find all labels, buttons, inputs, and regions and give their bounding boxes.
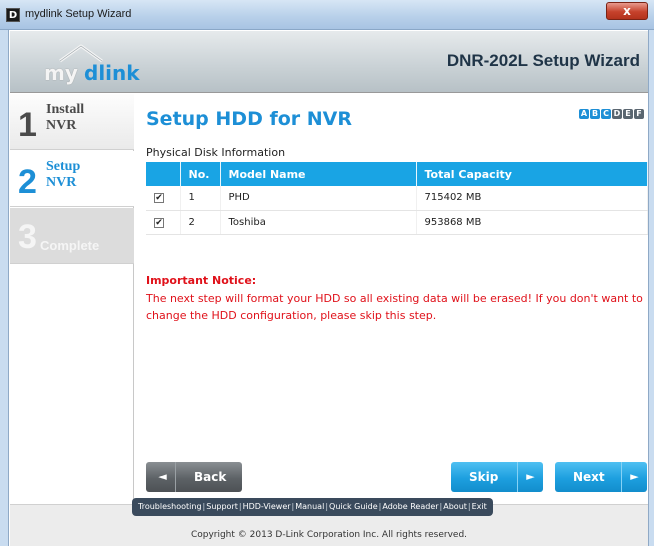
back-button[interactable]: ◄ Back <box>146 462 242 492</box>
table-row: ✔ 2 Toshiba 953868 MB <box>146 210 648 235</box>
window-title: mydlink Setup Wizard <box>25 8 132 20</box>
logo-roof-icon <box>59 44 103 63</box>
wizard-title: DNR-202L Setup Wizard <box>446 51 640 70</box>
back-button-label: Back <box>194 470 227 484</box>
next-button-label: Next <box>573 470 605 484</box>
column-header-no: No. <box>180 162 221 186</box>
logo-text-my: my <box>44 61 78 85</box>
step-number: 2 <box>18 163 37 201</box>
disk-checkbox[interactable]: ✔ <box>154 217 164 228</box>
footer-link-quick-guide[interactable]: Quick Guide <box>329 502 378 511</box>
logo-text-dlink: dlink <box>84 61 140 85</box>
font-size-selector: A B C D E F <box>579 109 644 119</box>
column-header-select <box>146 162 181 186</box>
dlink-app-icon: D <box>6 8 20 22</box>
table-row: ✔ 1 PHD 715402 MB <box>146 186 648 211</box>
next-arrow-icon: ► <box>621 462 647 492</box>
mydlink-logo: my dlink <box>40 44 150 85</box>
skip-button-label: Skip <box>469 470 499 484</box>
column-header-capacity: Total Capacity <box>416 162 648 186</box>
disk-model: PHD <box>220 186 417 211</box>
table-header-row: No. Model Name Total Capacity <box>146 162 648 186</box>
next-button[interactable]: Next ► <box>555 462 647 492</box>
step-install-nvr: 1 Install NVR <box>10 94 134 150</box>
step-number: 3 <box>18 218 37 256</box>
font-size-d-button[interactable]: D <box>612 109 622 119</box>
disk-table: No. Model Name Total Capacity ✔ 1 PHD 71… <box>146 162 648 235</box>
page-title: Setup HDD for NVR <box>146 108 352 130</box>
skip-button[interactable]: Skip ► <box>451 462 543 492</box>
footer-link-adobe-reader[interactable]: Adobe Reader <box>382 502 438 511</box>
skip-arrow-icon: ► <box>517 462 543 492</box>
step-complete: 3 Complete <box>10 208 134 264</box>
disk-model: Toshiba <box>220 210 417 235</box>
disk-capacity: 715402 MB <box>416 186 648 211</box>
footer: Troubleshooting|Support|HDD-Viewer|Manua… <box>10 498 648 546</box>
font-size-c-button[interactable]: C <box>601 109 611 119</box>
step-number: 1 <box>18 106 37 144</box>
footer-link-manual[interactable]: Manual <box>295 502 324 511</box>
copyright-text: Copyright © 2013 D-Link Corporation Inc.… <box>190 530 468 540</box>
step-label-line2: NVR <box>46 175 77 190</box>
step-label-line2: Complete <box>40 238 100 253</box>
step-label-line1: Setup <box>46 159 81 174</box>
font-size-a-button[interactable]: A <box>579 109 589 119</box>
disk-number: 2 <box>180 210 221 235</box>
column-header-model: Model Name <box>220 162 417 186</box>
close-window-button[interactable]: x <box>606 2 648 20</box>
font-size-f-button[interactable]: F <box>634 109 644 119</box>
step-label-line1: Install <box>46 102 85 117</box>
window-frame-left <box>0 30 9 546</box>
footer-link-support[interactable]: Support <box>206 502 238 511</box>
wizard-header: my dlink DNR-202L Setup Wizard <box>10 31 648 93</box>
window-frame-right <box>648 30 654 546</box>
footer-link-about[interactable]: About <box>443 502 467 511</box>
font-size-b-button[interactable]: B <box>590 109 600 119</box>
notice-text: The next step will format your HDD so al… <box>146 292 643 322</box>
step-label-line2: NVR <box>46 118 77 133</box>
notice-title: Important Notice: <box>146 274 257 287</box>
section-label: Physical Disk Information <box>146 146 286 159</box>
footer-link-exit[interactable]: Exit <box>472 502 487 511</box>
steps-sidebar: 1 Install NVR 2 Setup NVR 3 Complete <box>10 94 134 504</box>
disk-checkbox[interactable]: ✔ <box>154 193 164 204</box>
back-arrow-icon: ◄ <box>150 462 176 492</box>
footer-link-hdd-viewer[interactable]: HDD-Viewer <box>243 502 291 511</box>
window-titlebar: D mydlink Setup Wizard x <box>0 0 654 30</box>
footer-link-troubleshooting[interactable]: Troubleshooting <box>138 502 202 511</box>
disk-capacity: 953868 MB <box>416 210 648 235</box>
footer-links-bar: Troubleshooting|Support|HDD-Viewer|Manua… <box>132 498 493 516</box>
step-setup-nvr: 2 Setup NVR <box>10 151 134 207</box>
font-size-e-button[interactable]: E <box>623 109 633 119</box>
disk-number: 1 <box>180 186 221 211</box>
